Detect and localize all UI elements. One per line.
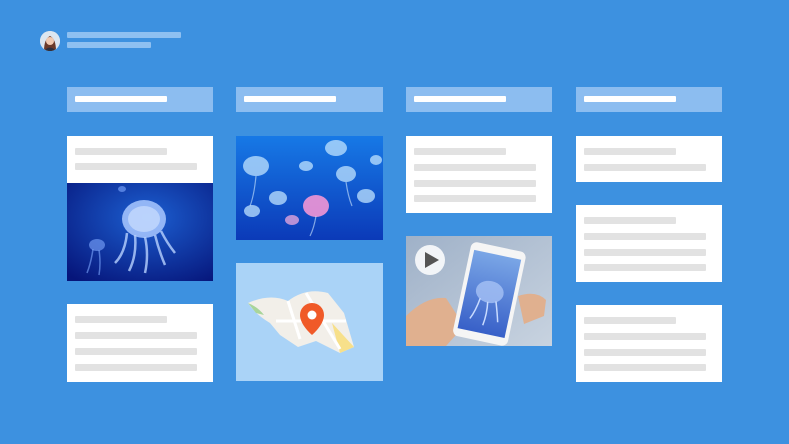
card-title-placeholder (75, 316, 167, 323)
card-col1-image[interactable] (67, 136, 213, 281)
column-2-header[interactable] (236, 87, 383, 112)
card-text-placeholder (584, 364, 706, 371)
card-text-placeholder (75, 364, 197, 371)
column-3-header[interactable] (406, 87, 552, 112)
card-col4-text-3[interactable] (576, 305, 722, 382)
jellyfish-photo (67, 183, 213, 281)
card-text-placeholder (584, 349, 706, 356)
column-3-title (414, 96, 506, 102)
board-canvas: { "header": { "avatar_icon": "user-avata… (0, 0, 789, 444)
card-title-placeholder (584, 217, 676, 224)
column-4-title (584, 96, 676, 102)
card-title-placeholder (414, 148, 506, 155)
play-icon[interactable] (415, 245, 445, 275)
card-col3-text[interactable] (406, 136, 552, 213)
column-1-header[interactable] (67, 87, 213, 112)
card-text-placeholder (584, 249, 706, 256)
card-text-placeholder (414, 164, 536, 171)
map-card[interactable] (236, 263, 383, 381)
card-text-placeholder (414, 180, 536, 187)
column-1-title (75, 96, 167, 102)
card-text-placeholder (75, 348, 197, 355)
header-title-placeholder (67, 32, 181, 38)
card-col4-text-2[interactable] (576, 205, 722, 282)
jellyfish-school-photo[interactable] (236, 136, 383, 240)
video-card[interactable] (406, 236, 552, 346)
card-text-placeholder (584, 233, 706, 240)
card-col1-text[interactable] (67, 304, 213, 382)
card-title-placeholder (75, 148, 167, 155)
card-text-placeholder (75, 332, 197, 339)
column-4-header[interactable] (576, 87, 722, 112)
card-text-placeholder (584, 333, 706, 340)
user-avatar[interactable] (40, 31, 60, 51)
card-text-placeholder (414, 195, 536, 202)
card-title-placeholder (584, 317, 676, 324)
card-text-placeholder (75, 163, 197, 170)
card-title-placeholder (584, 148, 676, 155)
column-2-title (244, 96, 336, 102)
header-subtitle-placeholder (67, 42, 151, 48)
card-text-placeholder (584, 164, 706, 171)
card-col4-text-1[interactable] (576, 136, 722, 182)
user-avatar-icon (40, 31, 60, 51)
card-text-placeholder (584, 264, 706, 271)
